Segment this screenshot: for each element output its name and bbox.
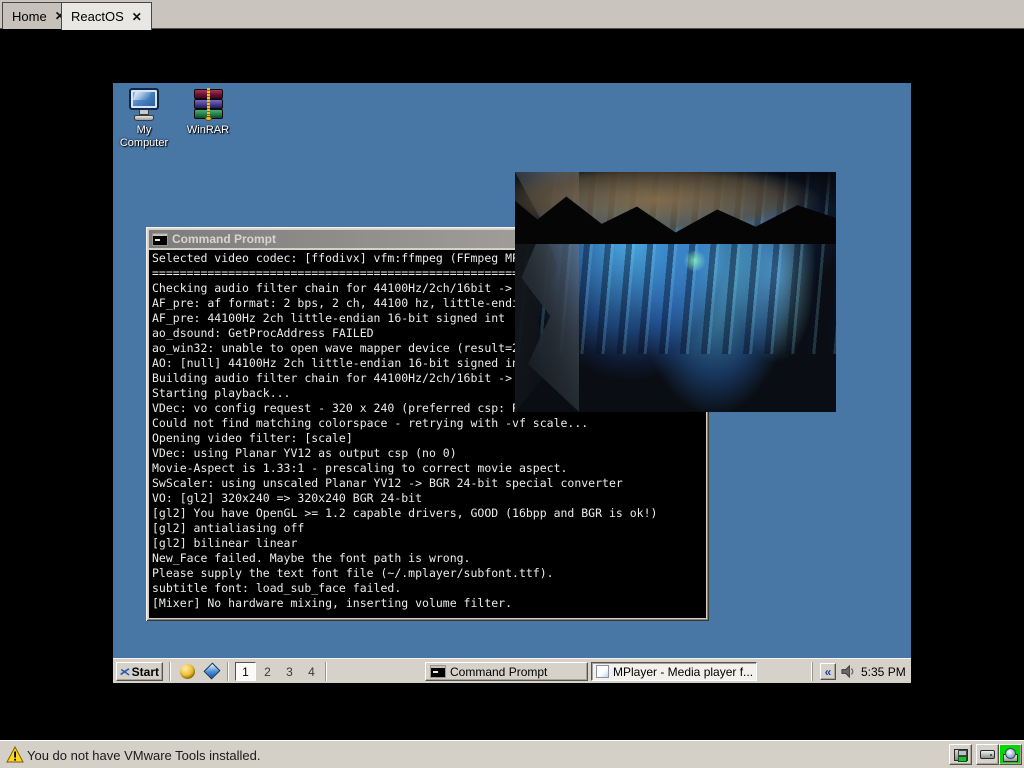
- mplayer-video-window[interactable]: [515, 172, 836, 412]
- desktop-icon-label: My Computer: [113, 124, 175, 150]
- desktop-icon-label: WinRAR: [177, 124, 239, 137]
- window-title: Command Prompt: [172, 232, 276, 246]
- desktop-pager-2[interactable]: 2: [257, 662, 278, 681]
- taskbar-separator: [227, 662, 229, 681]
- tab-home-label: Home: [12, 9, 47, 24]
- command-prompt-icon: [430, 665, 446, 678]
- status-message: You do not have VMware Tools installed.: [27, 748, 260, 763]
- vm-desktop: My Computer WinRAR Command Prompt Select…: [113, 83, 911, 683]
- desktop-icon-winrar[interactable]: WinRAR: [177, 88, 239, 137]
- start-button[interactable]: Start: [116, 662, 163, 681]
- vm-tab-bar: Home ✕ ReactOS ✕: [0, 0, 1024, 29]
- system-tray: « 5:35 PM: [812, 662, 908, 681]
- start-button-label: Start: [132, 665, 159, 679]
- floppy-drive-icon[interactable]: [949, 744, 972, 765]
- close-icon[interactable]: ✕: [132, 11, 142, 23]
- cdrom-drive-icon[interactable]: [999, 744, 1022, 765]
- chevron-left-icon: «: [825, 665, 832, 679]
- tab-reactos[interactable]: ReactOS ✕: [61, 2, 152, 30]
- tray-collapse-button[interactable]: «: [820, 663, 836, 680]
- my-computer-icon: [126, 88, 162, 121]
- command-prompt-icon: [152, 233, 168, 246]
- winrar-icon: [190, 88, 226, 121]
- volume-icon[interactable]: [841, 664, 856, 679]
- taskbar: Start 1 2 3 4 Command Prompt MPlayer - M…: [113, 658, 911, 683]
- hard-disk-icon[interactable]: [976, 744, 999, 765]
- taskbar-button-label: Command Prompt: [450, 665, 547, 679]
- taskbar-separator: [325, 662, 327, 681]
- taskbar-separator: [169, 662, 171, 681]
- desktop-pager-4[interactable]: 4: [301, 662, 322, 681]
- desktop-icon-my-computer[interactable]: My Computer: [113, 88, 175, 150]
- taskbar-button-mplayer[interactable]: MPlayer - Media player f...: [591, 662, 757, 681]
- taskbar-button-label: MPlayer - Media player f...: [613, 665, 753, 679]
- taskbar-clock: 5:35 PM: [861, 665, 906, 679]
- vmware-status-bar: You do not have VMware Tools installed.: [0, 740, 1024, 768]
- mplayer-icon: [596, 665, 609, 678]
- reactos-logo-icon: [120, 665, 130, 679]
- taskbar-button-command-prompt[interactable]: Command Prompt: [425, 662, 588, 681]
- tab-reactos-label: ReactOS: [71, 9, 124, 24]
- desktop-pager-1[interactable]: 1: [235, 662, 256, 681]
- warning-icon: [6, 746, 24, 763]
- quicklaunch-diamond-icon[interactable]: [204, 663, 221, 680]
- quicklaunch-ball-icon[interactable]: [179, 663, 196, 680]
- desktop-pager-3[interactable]: 3: [279, 662, 300, 681]
